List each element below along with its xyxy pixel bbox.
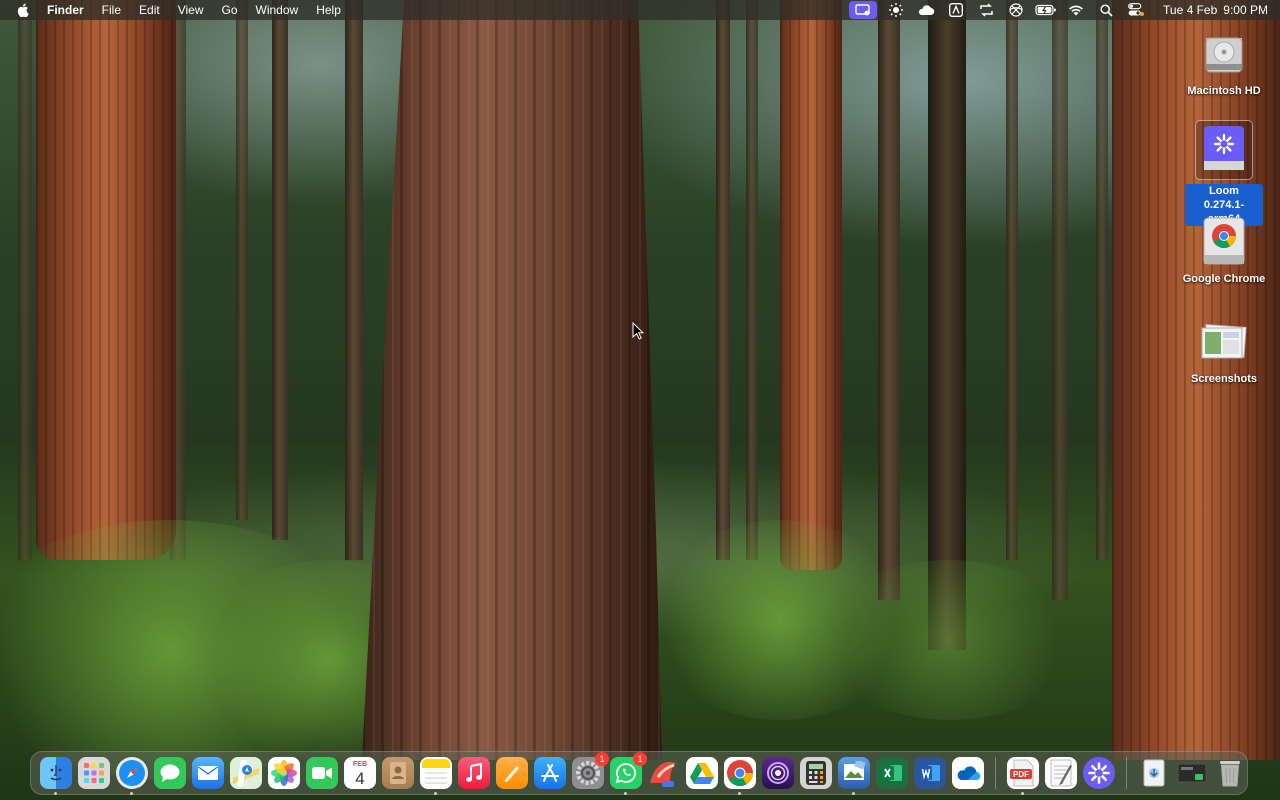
chrome-icon[interactable]	[724, 757, 756, 795]
settings-icon[interactable]: 1	[572, 752, 609, 789]
pdf-icon[interactable]: PDF	[1007, 757, 1039, 795]
textedit-icon[interactable]	[1045, 757, 1077, 789]
safari-icon[interactable]	[116, 757, 148, 795]
wifi-icon[interactable]	[1065, 0, 1087, 20]
svg-text:PDF: PDF	[1013, 770, 1029, 779]
desktop-item-google-chrome[interactable]: Google Chrome	[1179, 216, 1269, 286]
menubar-date: Tue 4 Feb	[1163, 3, 1218, 17]
music-icon[interactable]	[458, 757, 490, 789]
a-box-icon[interactable]	[945, 0, 967, 20]
dock-separator	[995, 757, 996, 789]
photos-icon[interactable]	[268, 757, 300, 789]
notes-icon[interactable]	[420, 757, 452, 795]
search-icon[interactable]	[1095, 0, 1117, 20]
menu-help[interactable]: Help	[307, 0, 350, 20]
desktop-wallpaper	[0, 0, 1280, 800]
screenshots-folder-icon	[1198, 316, 1250, 368]
notification-badge: 1	[633, 752, 647, 766]
loom-icon[interactable]	[1083, 757, 1115, 789]
disk-image-icon	[1195, 120, 1253, 180]
sync-icon[interactable]	[975, 0, 997, 20]
battery-icon[interactable]	[1035, 0, 1057, 20]
calculator-icon[interactable]	[800, 757, 832, 789]
screen-capture-icon[interactable]	[1176, 757, 1208, 789]
preview-icon[interactable]	[838, 757, 870, 795]
desktop-item-label: Google Chrome	[1182, 273, 1266, 285]
vpn-icon[interactable]	[1005, 0, 1027, 20]
menubar-clock[interactable]: Tue 4 Feb 9:00 PM	[1151, 3, 1280, 17]
calendar-day: 4	[355, 768, 365, 788]
trash-icon[interactable]	[1214, 757, 1246, 789]
tor-icon[interactable]	[762, 757, 794, 789]
whatsapp-icon[interactable]: 1	[610, 752, 647, 795]
desktop-item-loom-dmg[interactable]: Loom 0.274.1-arm64	[1179, 120, 1269, 227]
menu-window[interactable]: Window	[247, 0, 308, 20]
apple-icon[interactable]	[16, 3, 30, 17]
desktop-item-label: Screenshots	[1190, 373, 1258, 385]
menu-edit[interactable]: Edit	[130, 0, 169, 20]
cleanmymac-icon[interactable]	[648, 757, 680, 789]
hard-drive-icon	[1198, 28, 1250, 80]
finder-icon[interactable]	[40, 757, 72, 795]
excel-icon[interactable]	[876, 757, 908, 789]
dock-separator	[1126, 757, 1127, 789]
onedrive-icon[interactable]	[952, 757, 984, 789]
menu-bar: Finder File Edit View Go Window Help Tue…	[0, 0, 1280, 20]
desktop-item-screenshots[interactable]: Screenshots	[1179, 316, 1269, 386]
desktop-item-macintosh-hd[interactable]: Macintosh HD	[1179, 28, 1269, 98]
word-icon[interactable]	[914, 757, 946, 789]
menu-go[interactable]: Go	[213, 0, 247, 20]
dock: FEB 4 1 1 PDF	[30, 751, 1248, 795]
control-center-icon[interactable]	[1125, 0, 1147, 20]
launchpad-icon[interactable]	[78, 757, 110, 789]
chrome-disk-icon	[1198, 216, 1250, 268]
menu-app-name[interactable]: Finder	[45, 0, 93, 20]
menu-view[interactable]: View	[169, 0, 213, 20]
cloud-icon[interactable]	[915, 0, 937, 20]
google-drive-icon[interactable]	[686, 757, 718, 789]
pages-icon[interactable]	[496, 757, 528, 789]
downloads-stack-icon[interactable]	[1138, 757, 1170, 789]
messages-icon[interactable]	[154, 757, 186, 789]
mouse-pointer-icon	[632, 321, 645, 345]
menu-file[interactable]: File	[93, 0, 130, 20]
notification-badge: 1	[595, 752, 609, 766]
calendar-month: FEB	[353, 760, 367, 768]
brightness-icon[interactable]	[885, 0, 907, 20]
screen-record-icon[interactable]	[849, 1, 878, 19]
app-store-icon[interactable]	[534, 757, 566, 789]
desktop-item-label: Macintosh HD	[1187, 85, 1261, 97]
mail-icon[interactable]	[192, 757, 224, 789]
facetime-icon[interactable]	[306, 757, 338, 789]
contacts-icon[interactable]	[382, 757, 414, 789]
calendar-icon[interactable]: FEB 4	[344, 757, 376, 789]
menubar-time: 9:00 PM	[1223, 3, 1268, 17]
maps-icon[interactable]	[230, 757, 262, 789]
